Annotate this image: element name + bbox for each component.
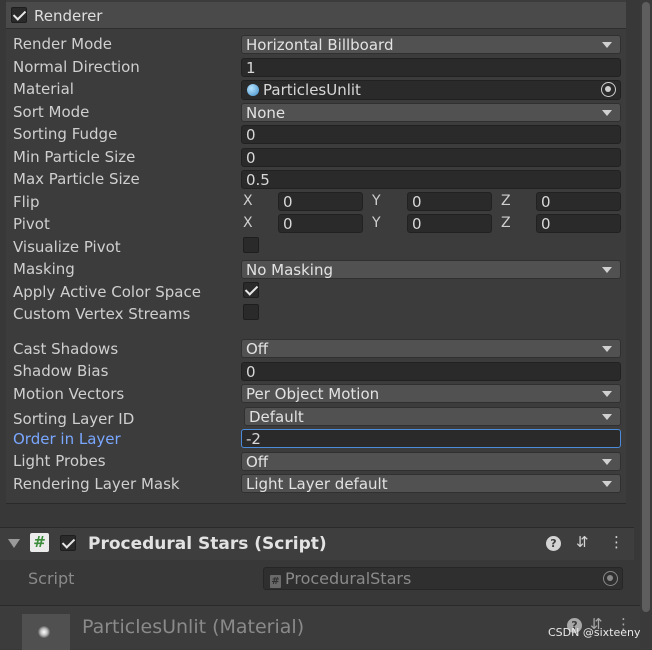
rendering-layer-mask-label: Rendering Layer Mask [13,475,180,493]
renderer-title: Renderer [34,7,103,25]
chevron-down-icon [602,110,612,116]
visualize-pivot-label: Visualize Pivot [13,238,121,256]
script-value: ProceduralStars [285,569,412,588]
script-label: Script [28,569,75,588]
shadow-bias-field[interactable]: 0 [241,362,621,381]
pivot-x-field[interactable]: 0 [278,214,363,233]
min-particle-size-label: Min Particle Size [13,148,136,166]
material-value: ParticlesUnlit [263,81,361,99]
more-options-icon[interactable]: ⋮ [609,533,624,551]
material-preview-thumbnail [22,614,70,650]
renderer-header[interactable]: Renderer [6,2,626,29]
pivot-z-field[interactable]: 0 [536,214,621,233]
object-picker-icon[interactable] [601,82,616,97]
script-asset-icon: # [270,575,281,588]
cast-shadows-label: Cast Shadows [13,340,119,358]
rendering-layer-mask-dropdown[interactable]: Light Layer default [241,474,621,493]
rendering-layer-mask-value: Light Layer default [246,475,388,493]
chevron-down-icon [602,42,612,48]
flip-y-field[interactable]: 0 [407,192,492,211]
custom-vertex-streams-label: Custom Vertex Streams [13,305,191,323]
sorting-layer-id-value: Default [249,408,304,426]
material-field[interactable]: ParticlesUnlit [241,80,621,100]
foldout-arrow-icon[interactable] [8,539,20,548]
render-mode-value: Horizontal Billboard [246,36,394,54]
max-particle-size-field[interactable]: 0.5 [241,170,621,189]
motion-vectors-value: Per Object Motion [246,385,380,403]
motion-vectors-dropdown[interactable]: Per Object Motion [241,384,621,403]
sort-mode-dropdown[interactable]: None [241,103,621,122]
script-enabled-checkbox[interactable] [60,535,76,551]
chevron-down-icon [602,391,612,397]
material-section-title: ParticlesUnlit (Material) [82,616,305,638]
sorting-layer-id-label: Sorting Layer ID [13,410,135,428]
chevron-down-icon [602,459,612,465]
material-label: Material [13,80,74,98]
cast-shadows-dropdown[interactable]: Off [241,339,621,358]
flip-x-label: X [243,193,253,209]
render-mode-dropdown[interactable]: Horizontal Billboard [241,35,621,54]
visualize-pivot-checkbox[interactable] [243,237,259,253]
pivot-y-label: Y [372,215,381,231]
script-field: # ProceduralStars [263,567,623,590]
pivot-label: Pivot [13,215,50,233]
script-component-title: Procedural Stars (Script) [88,534,327,554]
sorting-fudge-label: Sorting Fudge [13,125,118,143]
light-probes-value: Off [246,453,269,471]
shadow-bias-label: Shadow Bias [13,362,109,380]
chevron-down-icon [602,267,612,273]
min-particle-size-field[interactable]: 0 [241,148,621,167]
light-probes-dropdown[interactable]: Off [241,452,621,471]
masking-value: No Masking [246,261,333,279]
watermark: CSDN @sixteenyy [548,626,647,639]
flip-z-field[interactable]: 0 [536,192,621,211]
order-in-layer-field[interactable]: -2 [241,429,621,448]
script-component-header[interactable]: # Procedural Stars (Script) ? ⇵ ⋮ [0,527,634,561]
flip-x-field[interactable]: 0 [278,192,363,211]
render-mode-label: Render Mode [13,35,113,53]
sort-mode-value: None [246,104,286,122]
motion-vectors-label: Motion Vectors [13,385,125,403]
sort-mode-label: Sort Mode [13,103,90,121]
chevron-down-icon [602,481,612,487]
flip-label: Flip [13,193,40,211]
order-in-layer-label: Order in Layer [13,430,121,448]
script-row: Script # ProceduralStars [0,560,634,604]
chevron-down-icon [602,414,612,420]
flip-z-label: Z [501,193,511,209]
masking-label: Masking [13,260,75,278]
renderer-enabled-checkbox[interactable] [11,7,27,23]
help-icon[interactable]: ? [546,536,561,551]
pivot-z-label: Z [501,215,511,231]
presets-icon[interactable]: ⇵ [576,533,589,551]
light-probes-label: Light Probes [13,452,106,470]
masking-dropdown[interactable]: No Masking [241,260,621,279]
apply-active-color-space-label: Apply Active Color Space [13,283,201,301]
sorting-fudge-field[interactable]: 0 [241,125,621,144]
apply-active-color-space-checkbox[interactable] [243,282,259,298]
scrollbar-thumb[interactable] [642,2,650,612]
pivot-x-label: X [243,215,253,231]
chevron-down-icon [602,346,612,352]
object-picker-icon [603,571,618,586]
cast-shadows-value: Off [246,340,269,358]
sorting-layer-id-dropdown[interactable]: Default [244,407,621,426]
script-hash-icon: # [30,533,49,552]
normal-direction-field[interactable]: 1 [241,58,621,77]
custom-vertex-streams-checkbox[interactable] [243,304,259,320]
max-particle-size-label: Max Particle Size [13,170,140,188]
inspector-scrollbar[interactable] [640,0,652,648]
flip-y-label: Y [372,193,381,209]
material-sphere-icon [247,84,259,96]
pivot-y-field[interactable]: 0 [407,214,492,233]
normal-direction-label: Normal Direction [13,58,140,76]
